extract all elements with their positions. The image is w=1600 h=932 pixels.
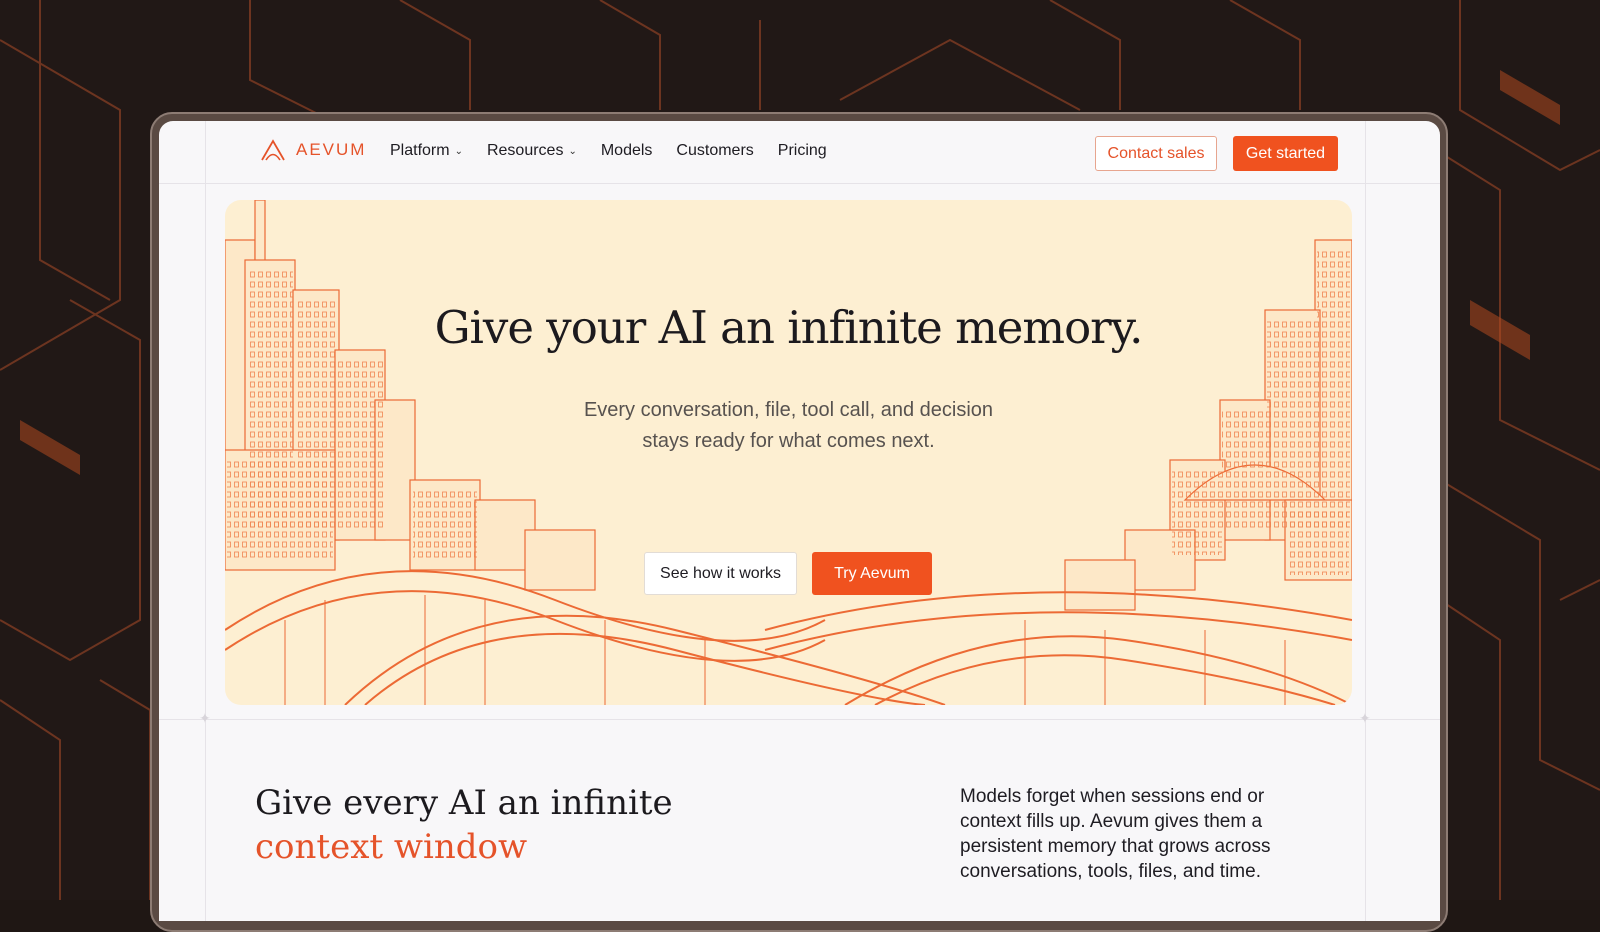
brand-logo[interactable]: AEVUM <box>260 139 366 161</box>
nav-item-resources[interactable]: Resources ⌄ <box>487 142 577 160</box>
main-menu: Platform ⌄ Resources ⌄ Models Customers … <box>390 142 827 160</box>
top-navigation: AEVUM Platform ⌄ Resources ⌄ Models Cust… <box>159 121 1440 183</box>
try-aevum-button[interactable]: Try Aevum <box>812 552 932 595</box>
nav-item-label: Customers <box>676 142 754 159</box>
nav-item-pricing[interactable]: Pricing <box>778 142 827 160</box>
section-body: Models forget when sessions end or conte… <box>960 786 1271 882</box>
aevum-logo-icon <box>261 139 285 161</box>
nav-item-customers[interactable]: Customers <box>676 142 753 160</box>
chevron-down-icon: ⌄ <box>568 145 577 157</box>
nav-item-label: Models <box>600 142 653 159</box>
hero-section: Give your AI an infinite memory. Every c… <box>225 200 1352 705</box>
nav-item-label: Pricing <box>777 142 827 159</box>
contact-sales-button[interactable]: Contact sales <box>1095 136 1217 171</box>
browser-viewport: ✦ ✦ AEVUM Platform ⌄ Resources ⌄ Models … <box>159 121 1440 921</box>
get-started-button[interactable]: Get started <box>1233 136 1338 171</box>
section-divider <box>159 719 1440 720</box>
nav-item-label: Platform <box>390 142 450 159</box>
see-how-it-works-button[interactable]: See how it works <box>644 552 797 595</box>
section-title-line: Give every AI an infinite <box>255 783 673 823</box>
hero-subtitle-line: stays ready for what comes next. <box>642 430 935 452</box>
grid-line <box>205 121 206 921</box>
section-title-accent: context window <box>255 827 528 867</box>
nav-divider <box>159 183 1440 184</box>
grid-line <box>1365 121 1366 921</box>
nav-item-platform[interactable]: Platform ⌄ <box>390 142 463 160</box>
brand-name: AEVUM <box>296 140 367 159</box>
hero-subtitle-line: Every conversation, file, tool call, and… <box>583 399 994 421</box>
chevron-down-icon: ⌄ <box>454 145 463 157</box>
section-title: Give every AI an infinite context window <box>255 781 673 869</box>
hero-subtitle: Every conversation, file, tool call, and… <box>225 395 1352 457</box>
plus-marker-icon: ✦ <box>199 710 211 726</box>
hero-title: Give your AI an infinite memory. <box>434 301 1144 354</box>
nav-item-models[interactable]: Models <box>601 142 653 160</box>
plus-marker-icon: ✦ <box>1359 710 1371 726</box>
nav-item-label: Resources <box>486 142 564 159</box>
